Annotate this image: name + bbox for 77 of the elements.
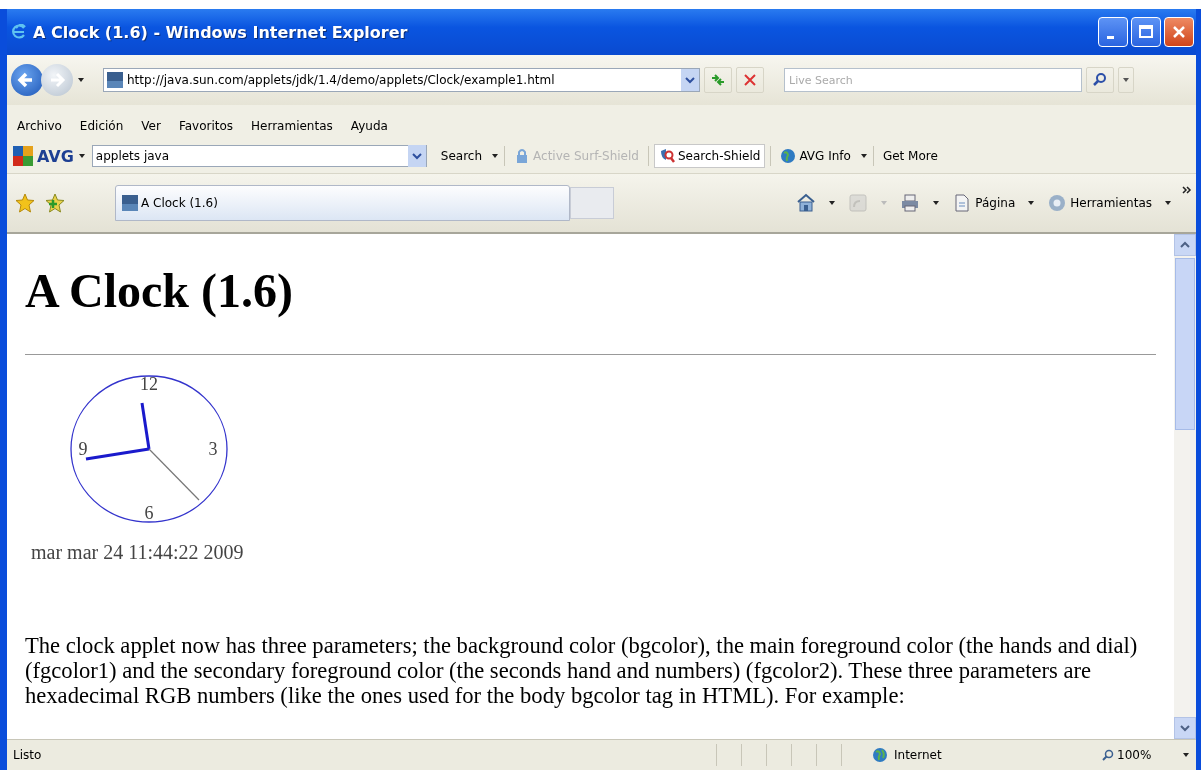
- vertical-scrollbar[interactable]: [1174, 234, 1196, 739]
- magnifier-icon: [1102, 749, 1114, 761]
- menu-item[interactable]: Archivo: [17, 119, 71, 133]
- clock-numeral: 12: [140, 374, 158, 394]
- avg-logo-text: AVG: [37, 146, 74, 166]
- close-button[interactable]: [1164, 17, 1194, 47]
- minimize-button[interactable]: [1098, 17, 1128, 47]
- search-options-button[interactable]: [1118, 67, 1134, 93]
- ie-logo-icon: [11, 24, 27, 40]
- arrows-icon: [710, 72, 726, 88]
- description-paragraph: The clock applet now has three parameters; the background color (bgcolor), the main foreground color (the hands and dial) (fgcolor1) and the secondary foreground color (the seconds hand and numbers) (fgcolor2). These three parameters are hexadecimal RGB numbers (like the ones used for the body bgcolor tag in HTML). For example:: [25, 633, 1139, 708]
- toolbar-button[interactable]: [796, 193, 817, 213]
- chevron-icon[interactable]: [1182, 186, 1192, 194]
- caret-icon[interactable]: [828, 199, 837, 207]
- avg-logo-icon: [13, 146, 33, 166]
- caret-icon[interactable]: [932, 199, 941, 207]
- globe-icon: [780, 148, 797, 164]
- chevron-down-icon: [411, 151, 422, 161]
- dropdown-button[interactable]: [681, 69, 699, 91]
- clock-numeral: 6: [144, 503, 154, 523]
- toolbar-search-field[interactable]: applets java: [91, 145, 427, 167]
- toolbar-button[interactable]: [900, 193, 921, 213]
- toolbar-button[interactable]: Search: [436, 146, 487, 166]
- search-field[interactable]: Live Search: [784, 68, 1082, 92]
- star-icon[interactable]: [15, 193, 35, 213]
- scroll-down-button[interactable]: [1174, 717, 1196, 739]
- chevron-down-icon: [685, 75, 695, 85]
- chevron-up-icon: [1180, 240, 1190, 250]
- scroll-up-button[interactable]: [1174, 234, 1196, 256]
- tab[interactable]: A Clock (1.6): [115, 185, 570, 221]
- menu-item[interactable]: Favoritos: [178, 119, 243, 133]
- address-field[interactable]: http://java.sun.com/applets/jdk/1.4/demo/applets/Clock/example1.html: [103, 68, 700, 92]
- globe-icon: [872, 747, 888, 763]
- menu-item[interactable]: Ver: [141, 119, 170, 133]
- clock-numeral: 9: [78, 439, 88, 459]
- menu-item[interactable]: Edición: [79, 119, 133, 133]
- favicon-icon: [122, 195, 138, 211]
- window-title: A Clock (1.6) - Windows Internet Explorer: [33, 22, 409, 42]
- toolbar-button[interactable]: AVG Info: [776, 145, 855, 167]
- search-button[interactable]: [1086, 67, 1114, 93]
- page-heading: A Clock (1.6): [25, 263, 294, 320]
- toolbar-button[interactable]: Herramientas: [1047, 193, 1152, 213]
- caret-icon: [1122, 76, 1130, 84]
- menu-item[interactable]: Herramientas: [251, 119, 342, 133]
- caret-icon[interactable]: [1027, 199, 1036, 207]
- minimize-icon: [1106, 35, 1114, 39]
- dropdown-button[interactable]: [407, 145, 426, 167]
- toolbar-button[interactable]: Página: [952, 193, 1016, 213]
- status-text: Listo: [13, 748, 43, 762]
- security-zone-text: Internet: [894, 748, 942, 762]
- favicon-icon: [107, 72, 123, 88]
- clock-date-text: mar mar 24 11:44:22 2009: [31, 540, 245, 565]
- back-button[interactable]: [11, 64, 43, 96]
- toolbar-button[interactable]: Get More: [878, 146, 942, 166]
- add-favorite-icon[interactable]: [45, 193, 65, 213]
- caret-icon[interactable]: [859, 152, 868, 160]
- scroll-thumb[interactable]: [1175, 258, 1195, 430]
- printer-icon: [900, 193, 921, 213]
- zoom-button[interactable]: 100%: [1092, 748, 1182, 762]
- caret-icon[interactable]: [1164, 199, 1172, 207]
- maximize-button[interactable]: [1131, 17, 1161, 47]
- stop-button[interactable]: [736, 67, 764, 93]
- x-icon: [742, 72, 758, 88]
- shield-magnifier-icon: [658, 148, 675, 164]
- caret-icon[interactable]: [77, 76, 85, 84]
- feed-icon: [848, 193, 869, 213]
- home-icon: [796, 193, 817, 213]
- chevron-down-icon: [1180, 723, 1190, 733]
- search-icon: [1092, 72, 1108, 88]
- gear-icon: [1047, 193, 1068, 213]
- clock-numeral: 3: [208, 439, 218, 459]
- caret-icon[interactable]: [1182, 751, 1190, 759]
- toolbar-button[interactable]: Search-Shield: [653, 144, 766, 168]
- menu-item[interactable]: Ayuda: [350, 119, 397, 133]
- caret-icon[interactable]: [77, 152, 86, 160]
- refresh-button[interactable]: [704, 67, 732, 93]
- caret-icon[interactable]: [491, 152, 500, 160]
